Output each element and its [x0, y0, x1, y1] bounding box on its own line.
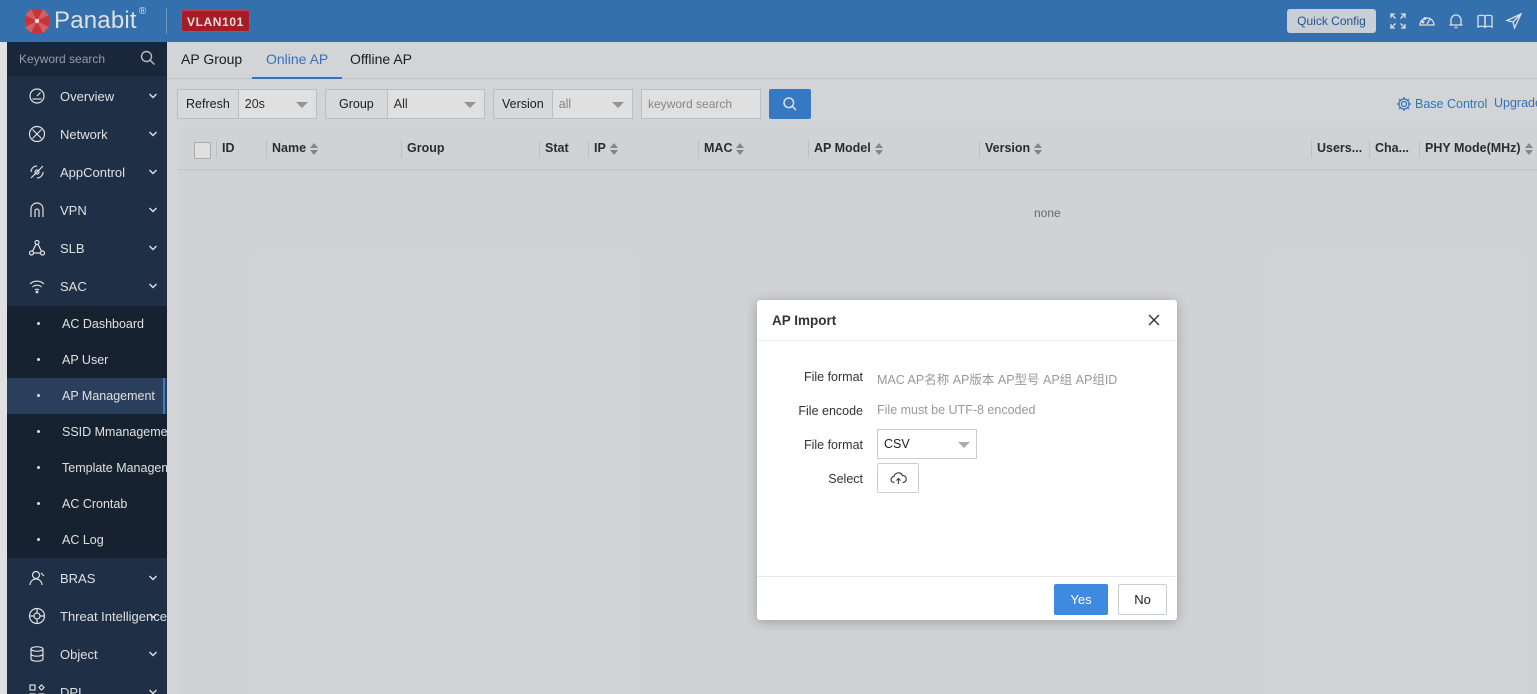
select-file-label: Select — [828, 472, 863, 486]
dialog-footer: Yes No — [757, 576, 1177, 620]
yes-button[interactable]: Yes — [1054, 584, 1108, 615]
upload-file-button[interactable] — [877, 463, 919, 493]
ap-import-dialog: AP Import File format MAC AP名称 AP版本 AP型号… — [757, 300, 1177, 620]
file-format-select-label: File format — [803, 438, 863, 452]
dropdown-arrow-icon — [958, 442, 970, 448]
close-icon[interactable] — [1146, 312, 1162, 328]
file-format-select[interactable]: CSV — [877, 429, 977, 459]
no-button[interactable]: No — [1118, 584, 1167, 615]
file-encode-label: File encode — [798, 404, 863, 418]
file-encode-description: File must be UTF-8 encoded — [877, 403, 1036, 417]
dialog-header: AP Import — [757, 300, 1177, 341]
cloud-upload-icon — [890, 472, 907, 484]
file-format-description: MAC AP名称 AP版本 AP型号 AP组 AP组ID — [877, 373, 1118, 387]
dialog-title: AP Import — [772, 313, 837, 328]
file-format-select-value: CSV — [884, 437, 910, 451]
file-format-label: File format — [803, 370, 863, 384]
